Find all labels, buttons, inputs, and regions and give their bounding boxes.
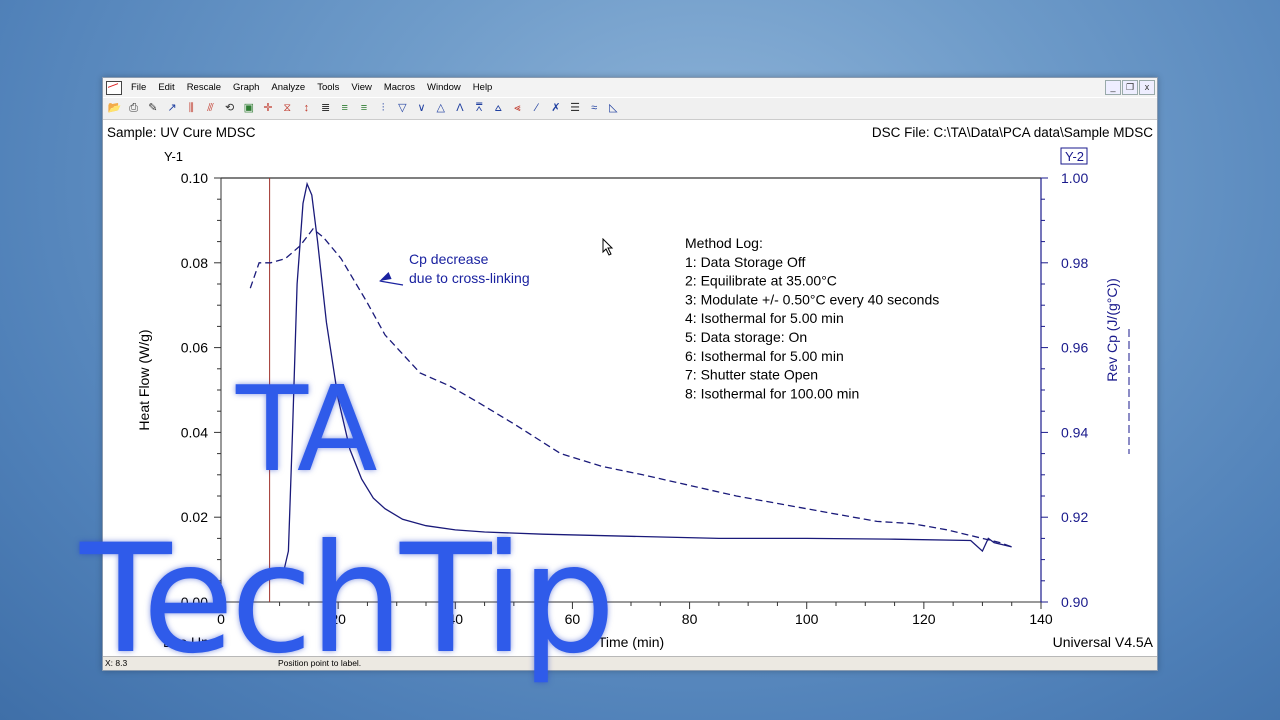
- analyze-icon[interactable]: ≡: [356, 101, 371, 116]
- menu-macros[interactable]: Macros: [379, 82, 422, 93]
- universal-analysis-window: File Edit Rescale Graph Analyze Tools Vi…: [102, 77, 1158, 671]
- menu-help[interactable]: Help: [468, 82, 500, 93]
- peak-down-icon[interactable]: ▽: [395, 101, 410, 116]
- baseline-icon[interactable]: ≣: [318, 101, 333, 116]
- menu-analyze[interactable]: Analyze: [266, 82, 312, 93]
- x-tick-label: 60: [565, 611, 581, 627]
- status-bar: X: 8.3 Position point to label.: [103, 656, 1157, 670]
- rescale-x-icon[interactable]: ⫼: [184, 101, 199, 116]
- window-controls: _ ❐ x: [1105, 80, 1155, 95]
- overlay-icon[interactable]: ⟲: [222, 101, 237, 116]
- hourglass-icon[interactable]: ⧖: [280, 101, 295, 116]
- y2-tick-label: 0.90: [1061, 594, 1088, 610]
- peak-up-alt-icon[interactable]: Λ: [452, 101, 467, 116]
- annotation-arrowhead-icon: [379, 271, 392, 281]
- annotation-text: Cp decrease: [409, 251, 489, 267]
- crossover-icon[interactable]: ✗: [548, 101, 563, 116]
- method-log-line: 7: Shutter state Open: [685, 367, 818, 383]
- slope-icon[interactable]: ∕: [529, 101, 544, 116]
- y1-tick-label: 0.00: [181, 594, 208, 610]
- data-plot-icon[interactable]: ↗: [165, 101, 180, 116]
- menu-file[interactable]: File: [126, 82, 153, 93]
- close-button[interactable]: x: [1139, 80, 1155, 95]
- method-log-line: 5: Data storage: On: [685, 329, 807, 345]
- x-tick-label: 0: [217, 611, 225, 627]
- method-log-line: 1: Data Storage Off: [685, 254, 805, 270]
- x-axis-label: Time (min): [598, 634, 664, 650]
- y1-tick-label: 0.04: [181, 424, 208, 440]
- method-log-title: Method Log:: [685, 235, 763, 251]
- x-tick-label: 40: [447, 611, 463, 627]
- thermometer-icon[interactable]: ↕: [299, 101, 314, 116]
- y2-tick-label: 1.00: [1061, 170, 1088, 186]
- peak-up-icon[interactable]: △: [433, 101, 448, 116]
- method-log-line: 3: Modulate +/- 0.50°C every 40 seconds: [685, 291, 939, 307]
- menu-tools[interactable]: Tools: [312, 82, 346, 93]
- y2-tick-label: 0.96: [1061, 340, 1088, 356]
- export-icon[interactable]: ▣: [241, 101, 256, 116]
- ruler-icon[interactable]: ◺: [606, 101, 621, 116]
- print-icon[interactable]: ⎙: [126, 101, 141, 116]
- menu-graph[interactable]: Graph: [228, 82, 266, 93]
- menu-edit[interactable]: Edit: [153, 82, 181, 93]
- onset-icon[interactable]: ⪡: [510, 101, 525, 116]
- step-transition-icon[interactable]: ⩟: [491, 101, 506, 116]
- method-log-line: 2: Equilibrate at 35.00°C: [685, 273, 837, 289]
- status-message: Position point to label.: [278, 658, 362, 668]
- signal-change-icon[interactable]: ⫶: [376, 101, 391, 116]
- method-log-line: 4: Isothermal for 5.00 min: [685, 310, 844, 326]
- y1-tick-label: 0.10: [181, 170, 208, 186]
- method-log-line: 6: Isothermal for 5.00 min: [685, 348, 844, 364]
- minimize-button[interactable]: _: [1105, 80, 1121, 95]
- version-label: Universal V4.5A: [1053, 634, 1154, 650]
- annotation-text: due to cross-linking: [409, 270, 530, 286]
- exo-up-label: Exo Up: [163, 634, 209, 650]
- dsc-chart[interactable]: 0 20 40 60 80 100 120 140 0.00 0.02 0.04 0.06 0.08 0.…: [103, 144, 1157, 654]
- x-tick-label: 80: [682, 611, 698, 627]
- x-tick-label: 100: [795, 611, 819, 627]
- x-readout: X: 8.3: [105, 658, 128, 668]
- rescale-y-icon[interactable]: ⫻: [203, 101, 218, 116]
- cursor-cross-icon[interactable]: ✛: [261, 101, 276, 116]
- x-tick-label: 20: [330, 611, 346, 627]
- y2-axis-title: Y-2: [1065, 149, 1084, 164]
- auto-analyze-icon[interactable]: ≡: [337, 101, 352, 116]
- y1-axis-title: Y-1: [164, 149, 183, 164]
- rev-cp-curve: [249, 227, 1012, 548]
- heat-flow-curve: [255, 181, 1012, 586]
- x-tick-label: 140: [1029, 611, 1053, 627]
- y2-tick-label: 0.98: [1061, 255, 1088, 271]
- mouse-cursor-icon: [602, 237, 614, 261]
- restore-button[interactable]: ❐: [1122, 80, 1138, 95]
- y2-tick-label: 0.92: [1061, 509, 1088, 525]
- menu-view[interactable]: View: [346, 82, 378, 93]
- y2-axis-label: Rev Cp (J/(g°C)): [1104, 278, 1120, 382]
- y1-tick-label: 0.02: [181, 509, 208, 525]
- x-tick-label: 120: [912, 611, 936, 627]
- smooth-icon[interactable]: ≈: [587, 101, 602, 116]
- method-log-line: 8: Isothermal for 100.00 min: [685, 385, 859, 401]
- y1-tick-label: 0.08: [181, 255, 208, 271]
- app-icon[interactable]: [106, 80, 122, 95]
- dsc-file-path: DSC File: C:\TA\Data\PCA data\Sample MDS…: [871, 125, 1153, 140]
- toolbar: 📂 ⎙ ✎ ↗ ⫼ ⫻ ⟲ ▣ ✛ ⧖ ↕ ≣ ≡ ≡ ⫶ ▽ ∨ △ Λ ⩞ ⩟ ⪡ ∕ ✗ ☰ ≈ ◺: [103, 98, 1157, 120]
- open-icon[interactable]: 📂: [107, 101, 122, 116]
- peak-down-alt-icon[interactable]: ∨: [414, 101, 429, 116]
- menu-bar: File Edit Rescale Graph Analyze Tools Vi…: [103, 78, 1157, 97]
- report-icon[interactable]: ☰: [568, 101, 583, 116]
- glass-transition-icon[interactable]: ⩞: [472, 101, 487, 116]
- pencil-icon[interactable]: ✎: [145, 101, 160, 116]
- y1-tick-label: 0.06: [181, 340, 208, 356]
- sample-name: Sample: UV Cure MDSC: [107, 125, 256, 140]
- y2-tick-label: 0.94: [1061, 424, 1088, 440]
- annotation-arrow-line: [379, 280, 404, 286]
- menu-rescale[interactable]: Rescale: [182, 82, 228, 93]
- menu-window[interactable]: Window: [422, 82, 468, 93]
- y1-axis-label: Heat Flow (W/g): [136, 329, 152, 430]
